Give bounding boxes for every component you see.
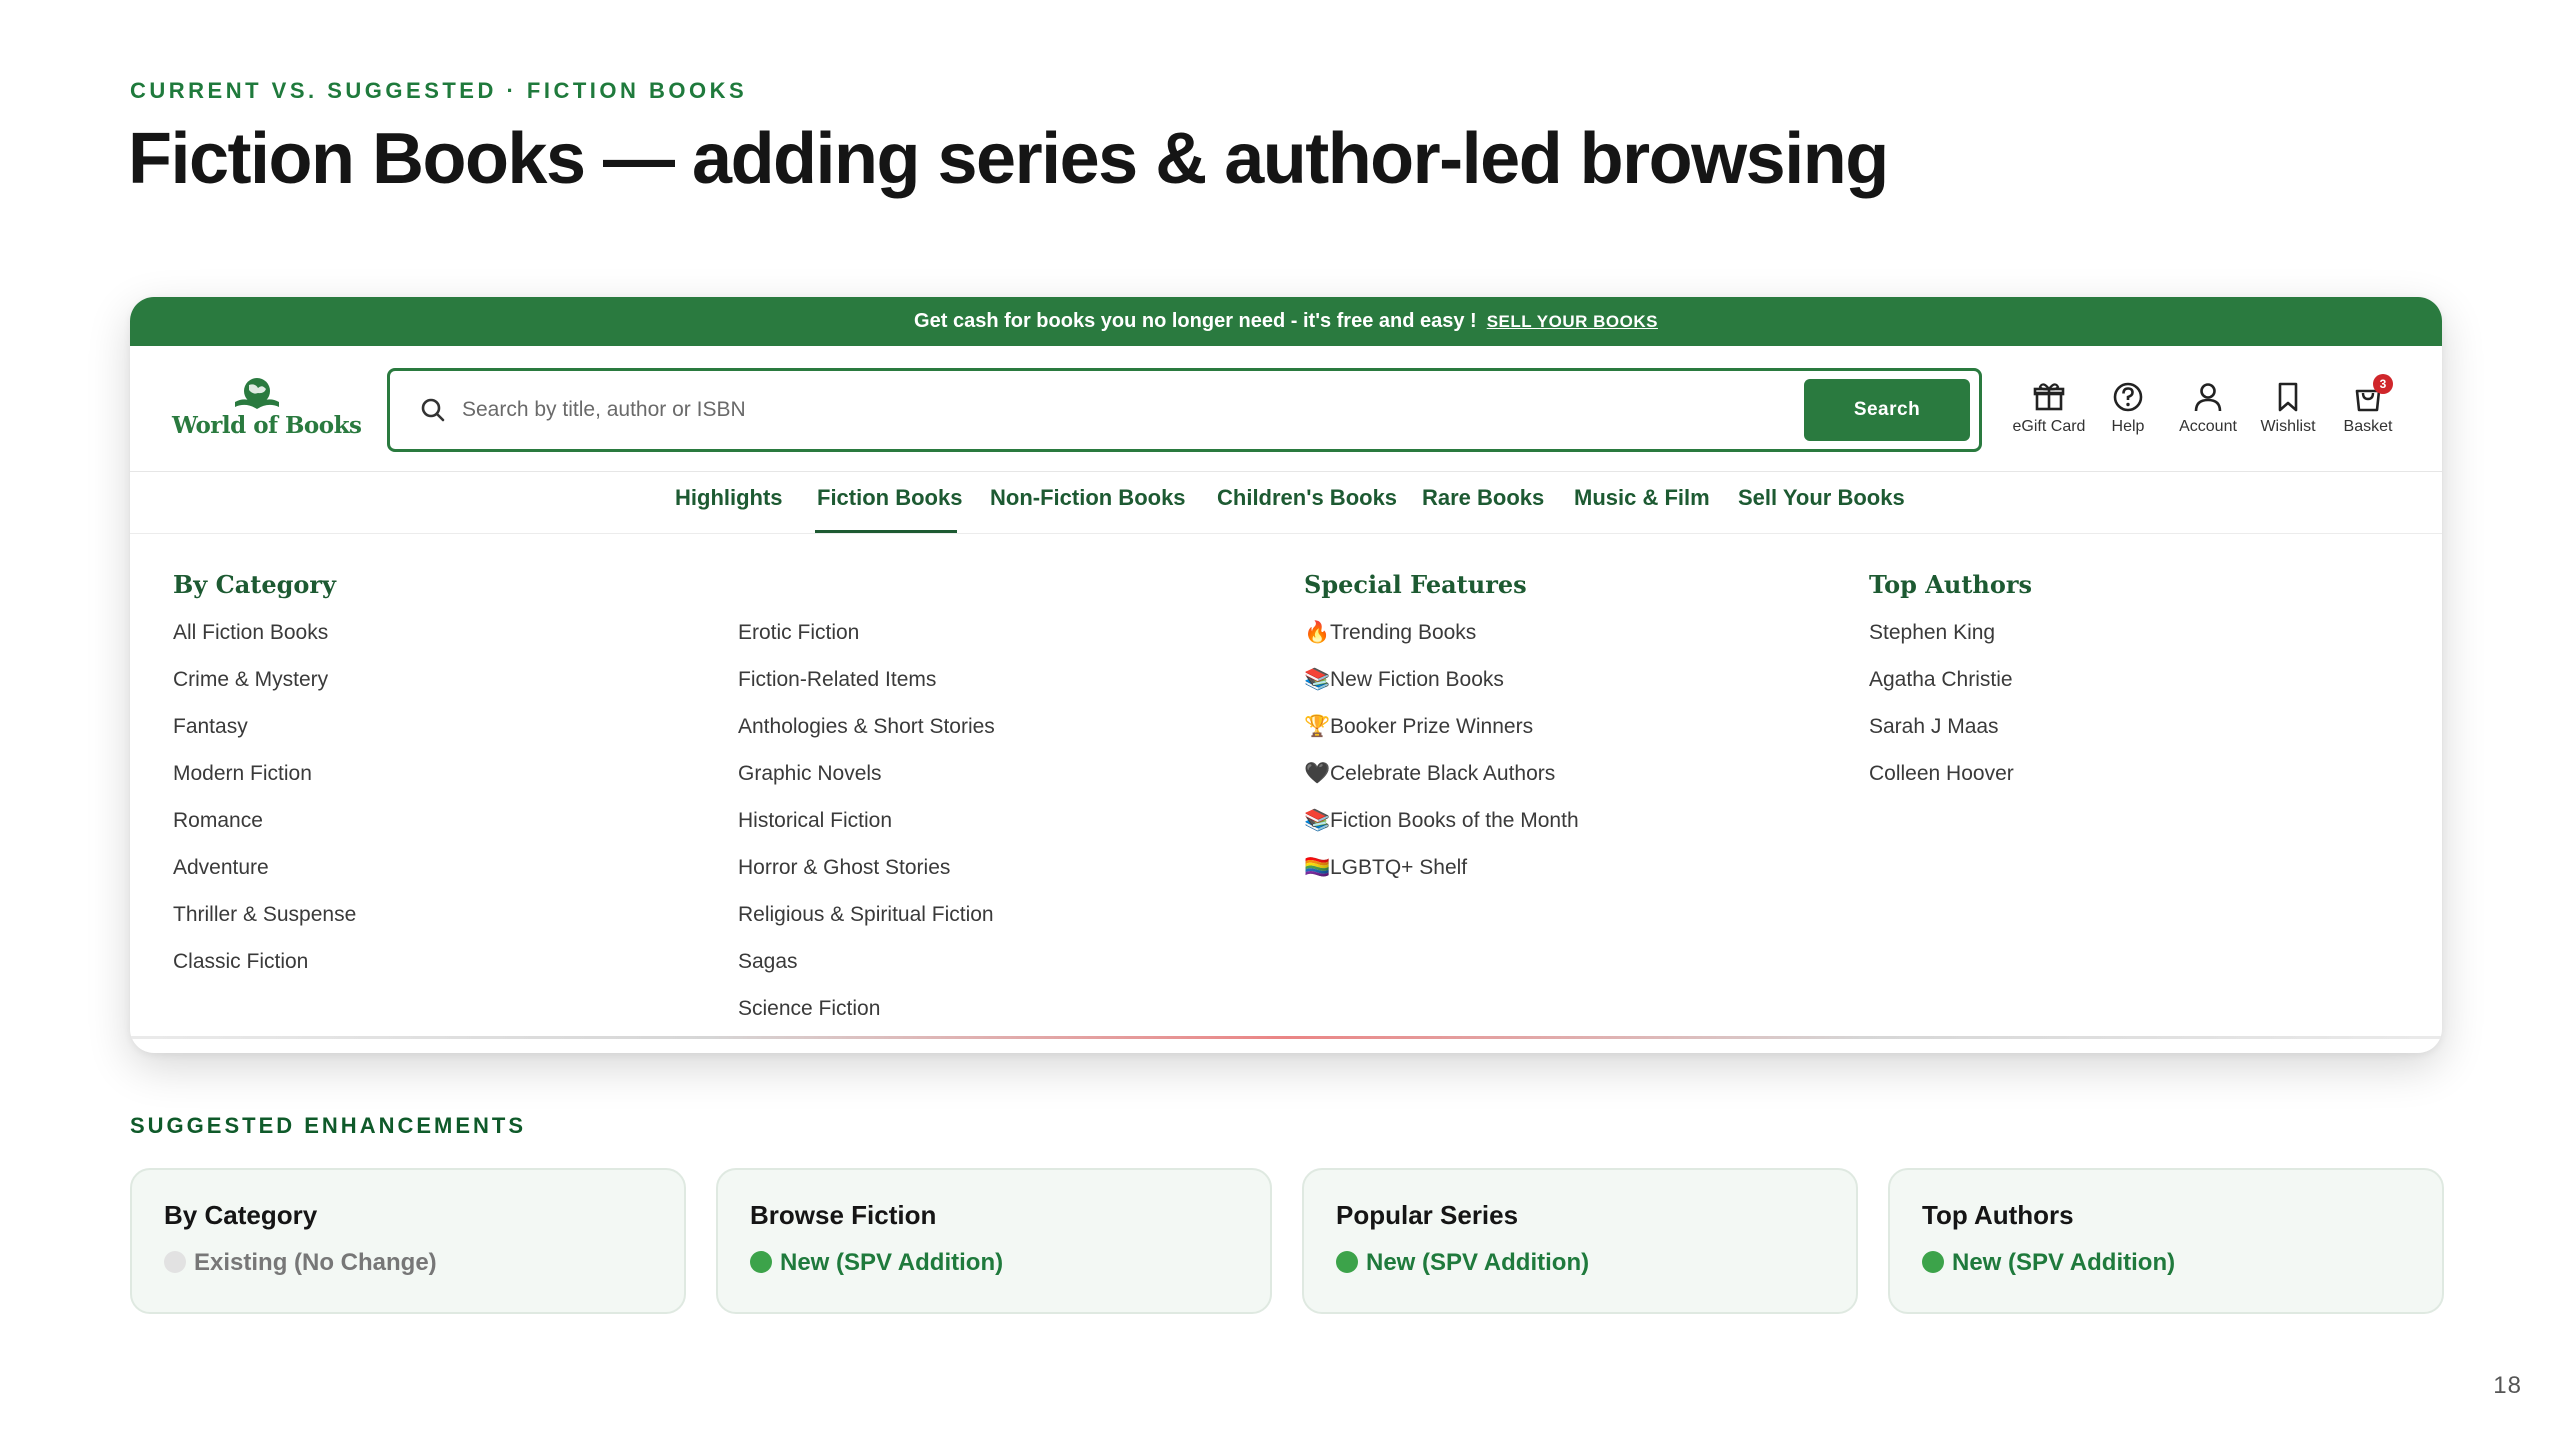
enhancement-card: By Category Existing (No Change) (130, 1168, 686, 1314)
black-heart-icon: 🖤 (1304, 762, 1331, 785)
grey-circle-icon (164, 1251, 186, 1273)
fire-icon: 🔥 (1304, 621, 1331, 644)
menu-link[interactable]: Religious & Spiritual Fiction (738, 900, 995, 947)
green-circle-icon (1336, 1251, 1358, 1273)
cropped-page-edge (130, 1036, 2442, 1039)
enhancement-title: Top Authors (1922, 1200, 2074, 1230)
top-authors-heading: Top Authors (1869, 570, 2033, 599)
search-input[interactable] (462, 398, 1804, 422)
promo-text: Get cash for books you no longer need - … (914, 310, 1477, 332)
by-category-column: By Category All Fiction Books Crime & My… (173, 570, 356, 994)
enhancement-title: By Category (164, 1200, 318, 1230)
menu-link[interactable]: Horror & Ghost Stories (738, 853, 995, 900)
menu-link[interactable]: Thriller & Suspense (173, 900, 356, 947)
nav-highlights[interactable]: Highlights (675, 485, 783, 511)
account-button[interactable]: Account (2163, 380, 2253, 436)
logo-wordmark: World of Books (172, 412, 362, 439)
by-category-column-2: Erotic Fiction Fiction-Related Items Ant… (738, 570, 995, 1041)
promo-banner: Get cash for books you no longer need - … (130, 297, 2442, 346)
egift-card-label: eGift Card (2012, 418, 2086, 435)
nav-music-film[interactable]: Music & Film (1574, 485, 1710, 511)
menu-link[interactable]: Science Fiction (738, 994, 995, 1041)
menu-link[interactable]: Classic Fiction (173, 947, 356, 994)
slide-title: Fiction Books — adding series & author-l… (128, 119, 1889, 199)
enhancement-card: Browse Fiction New (SPV Addition) (716, 1168, 1272, 1314)
enhancement-title: Popular Series (1336, 1200, 1519, 1230)
enhancement-card: Popular Series New (SPV Addition) (1302, 1168, 1858, 1314)
search-icon (421, 398, 445, 422)
menu-link[interactable]: Historical Fiction (738, 806, 995, 853)
enhancement-status: New (SPV Addition) (1336, 1249, 1824, 1277)
search-button[interactable]: Search (1804, 379, 1970, 441)
menu-link[interactable]: Colleen Hoover (1869, 759, 2032, 806)
bookmark-icon (2278, 382, 2298, 412)
menu-link[interactable]: 📚New Fiction Books (1304, 665, 1579, 712)
basket-button[interactable]: 3 Basket (2323, 374, 2413, 436)
menu-link[interactable]: Erotic Fiction (738, 618, 995, 665)
books-icon: 📚 (1304, 809, 1331, 832)
enhancement-title: Browse Fiction (750, 1200, 937, 1230)
search-bar: Search (387, 368, 1982, 452)
account-label: Account (2179, 418, 2237, 435)
menu-link[interactable]: 🖤Celebrate Black Authors (1304, 759, 1579, 806)
main-nav: Highlights Fiction Books Non-Fiction Boo… (130, 472, 2442, 534)
menu-link[interactable]: Stephen King (1869, 618, 2032, 665)
menu-link[interactable]: Agatha Christie (1869, 665, 2032, 712)
menu-link[interactable]: Modern Fiction (173, 759, 356, 806)
enhancement-status: New (SPV Addition) (750, 1249, 1238, 1277)
menu-link[interactable]: 🔥Trending Books (1304, 618, 1579, 665)
menu-link[interactable]: Sagas (738, 947, 995, 994)
slide-eyebrow: CURRENT VS. SUGGESTED · FICTION BOOKS (130, 78, 748, 103)
menu-link[interactable]: Fantasy (173, 712, 356, 759)
gift-icon (2033, 383, 2065, 411)
special-features-heading: Special Features (1304, 570, 1527, 599)
active-tab-indicator (815, 530, 957, 533)
help-button[interactable]: Help (2083, 380, 2173, 436)
basket-count-badge: 3 (2373, 374, 2393, 394)
nav-childrens-books[interactable]: Children's Books (1217, 485, 1397, 511)
menu-link[interactable]: Sarah J Maas (1869, 712, 2032, 759)
menu-link[interactable]: Anthologies & Short Stories (738, 712, 995, 759)
globe-book-icon (235, 378, 279, 409)
rainbow-flag-icon: 🏳️‍🌈 (1304, 856, 1331, 879)
menu-link[interactable]: Crime & Mystery (173, 665, 356, 712)
wishlist-label: Wishlist (2260, 418, 2316, 435)
nav-rare-books[interactable]: Rare Books (1422, 485, 1544, 511)
menu-link[interactable]: Romance (173, 806, 356, 853)
enhancements-section-label: SUGGESTED ENHANCEMENTS (130, 1113, 527, 1138)
website-screenshot: Get cash for books you no longer need - … (130, 297, 2442, 1053)
green-circle-icon (1922, 1251, 1944, 1273)
menu-link[interactable]: All Fiction Books (173, 618, 356, 665)
menu-link[interactable]: Fiction-Related Items (738, 665, 995, 712)
menu-link[interactable]: Graphic Novels (738, 759, 995, 806)
fiction-mega-menu: By Category All Fiction Books Crime & My… (130, 534, 2442, 1039)
nav-fiction-books[interactable]: Fiction Books (817, 485, 962, 511)
enhancement-card: Top Authors New (SPV Addition) (1888, 1168, 2444, 1314)
books-icon: 📚 (1304, 668, 1331, 691)
green-circle-icon (750, 1251, 772, 1273)
special-features-column: Special Features 🔥Trending Books 📚New Fi… (1304, 570, 1579, 900)
site-logo[interactable]: World of Books (172, 376, 362, 439)
enhancement-status: Existing (No Change) (164, 1249, 652, 1277)
nav-non-fiction-books[interactable]: Non-Fiction Books (990, 485, 1186, 511)
menu-link[interactable]: Adventure (173, 853, 356, 900)
account-icon (2194, 383, 2222, 412)
wishlist-button[interactable]: Wishlist (2243, 380, 2333, 436)
help-icon (2113, 382, 2143, 412)
menu-link[interactable]: 📚Fiction Books of the Month (1304, 806, 1579, 853)
egift-card-button[interactable]: eGift Card (2004, 380, 2094, 436)
trophy-icon: 🏆 (1304, 715, 1331, 738)
page-number: 18 (2493, 1372, 2522, 1399)
top-authors-column: Top Authors Stephen King Agatha Christie… (1869, 570, 2032, 806)
basket-label: Basket (2343, 418, 2393, 435)
menu-link[interactable]: 🏆Booker Prize Winners (1304, 712, 1579, 759)
help-label: Help (2111, 418, 2145, 435)
menu-link[interactable]: 🏳️‍🌈LGBTQ+ Shelf (1304, 853, 1579, 900)
sell-your-books-link[interactable]: SELL YOUR BOOKS (1487, 312, 1658, 332)
enhancement-status: New (SPV Addition) (1922, 1249, 2410, 1277)
by-category-heading: By Category (173, 570, 336, 599)
nav-sell-your-books[interactable]: Sell Your Books (1738, 485, 1905, 511)
site-header: World of Books Search eGift Card Help Ac… (130, 346, 2442, 472)
